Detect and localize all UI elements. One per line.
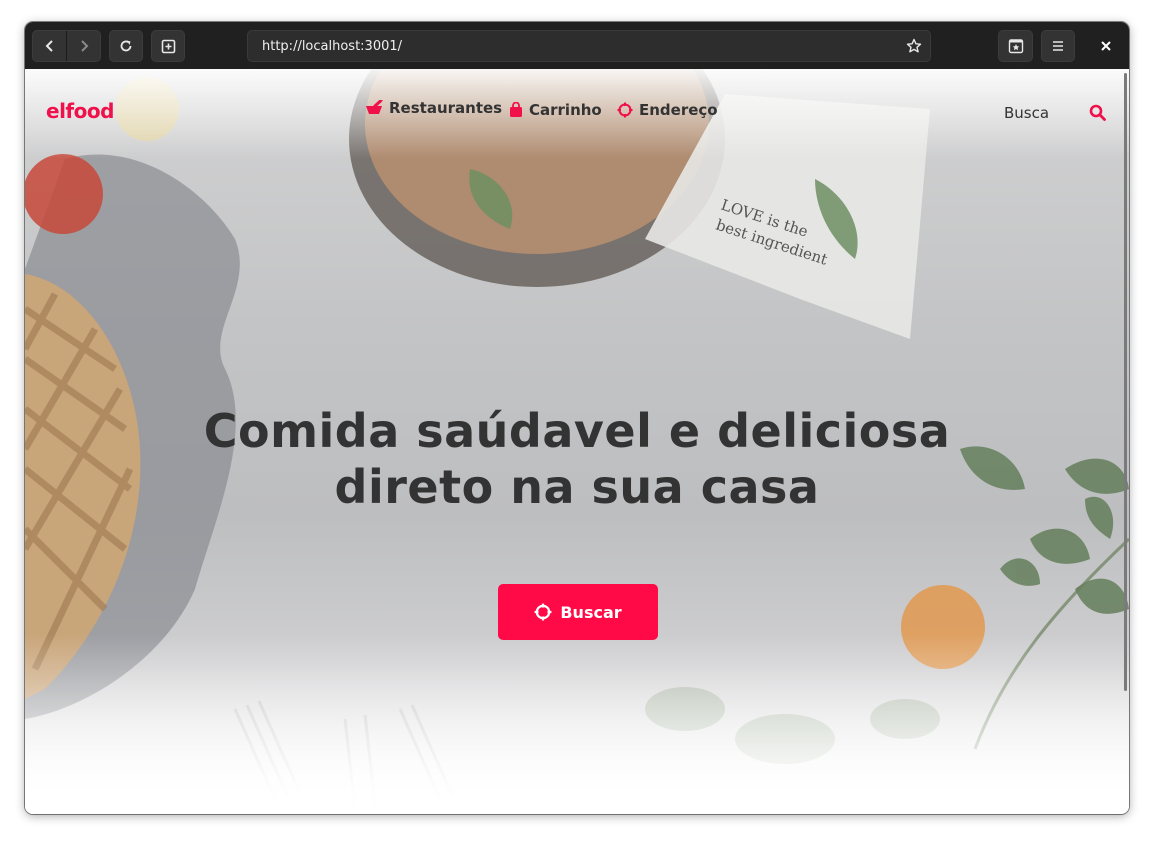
- hero-headline-line2: direto na sua casa: [334, 460, 820, 514]
- new-tab-icon: [161, 39, 175, 53]
- reload-icon: [120, 40, 132, 52]
- hero-headline: Comida saúdavel e deliciosa direto na su…: [25, 403, 1129, 515]
- new-tab-button[interactable]: [151, 30, 185, 62]
- menu-button[interactable]: [1041, 30, 1075, 62]
- page-scrollbar[interactable]: [1124, 73, 1127, 691]
- nav-carrinho[interactable]: Carrinho: [509, 101, 602, 119]
- chevron-right-icon: [80, 40, 88, 52]
- crosshair-icon: [534, 603, 552, 621]
- bookmarks-icon: [1008, 39, 1023, 54]
- nav-restaurantes[interactable]: Restaurantes: [365, 99, 502, 117]
- mortar-icon: [366, 100, 383, 114]
- search-label[interactable]: Busca: [1004, 104, 1049, 122]
- brand-logo[interactable]: elfood: [46, 99, 114, 123]
- bookmarks-button[interactable]: [998, 30, 1033, 62]
- bag-icon: [510, 102, 522, 117]
- hero-headline-line1: Comida saúdavel e deliciosa: [203, 404, 951, 458]
- close-icon: [1101, 41, 1111, 51]
- buscar-button-label: Buscar: [560, 602, 622, 622]
- buscar-button[interactable]: Buscar: [498, 584, 658, 640]
- forward-button[interactable]: [67, 31, 100, 61]
- address-bar[interactable]: http://localhost:3001/: [247, 30, 931, 62]
- back-button[interactable]: [33, 31, 66, 61]
- nav-endereco[interactable]: Endereço: [617, 101, 718, 119]
- crosshair-icon: [617, 102, 633, 118]
- url-text[interactable]: http://localhost:3001/: [262, 39, 402, 54]
- search-icon: [1089, 104, 1106, 121]
- browser-toolbar: http://localhost:3001/: [25, 22, 1129, 69]
- search-button[interactable]: [1089, 104, 1106, 125]
- browser-window: http://localhost:3001/ LOVE is the best …: [25, 22, 1129, 814]
- apple-shape: [25, 154, 103, 234]
- page-content: LOVE is the best ingredient elfood Resta…: [25, 69, 1129, 814]
- bookmark-star-icon[interactable]: [906, 38, 922, 58]
- close-window-button[interactable]: [1091, 30, 1121, 62]
- nav-restaurantes-label: Restaurantes: [389, 99, 503, 117]
- nav-carrinho-label: Carrinho: [529, 101, 602, 119]
- hamburger-menu-icon: [1053, 41, 1063, 51]
- history-nav-group: [32, 30, 101, 62]
- chevron-left-icon: [45, 40, 53, 52]
- nav-endereco-label: Endereço: [639, 101, 718, 119]
- reload-button[interactable]: [109, 30, 143, 62]
